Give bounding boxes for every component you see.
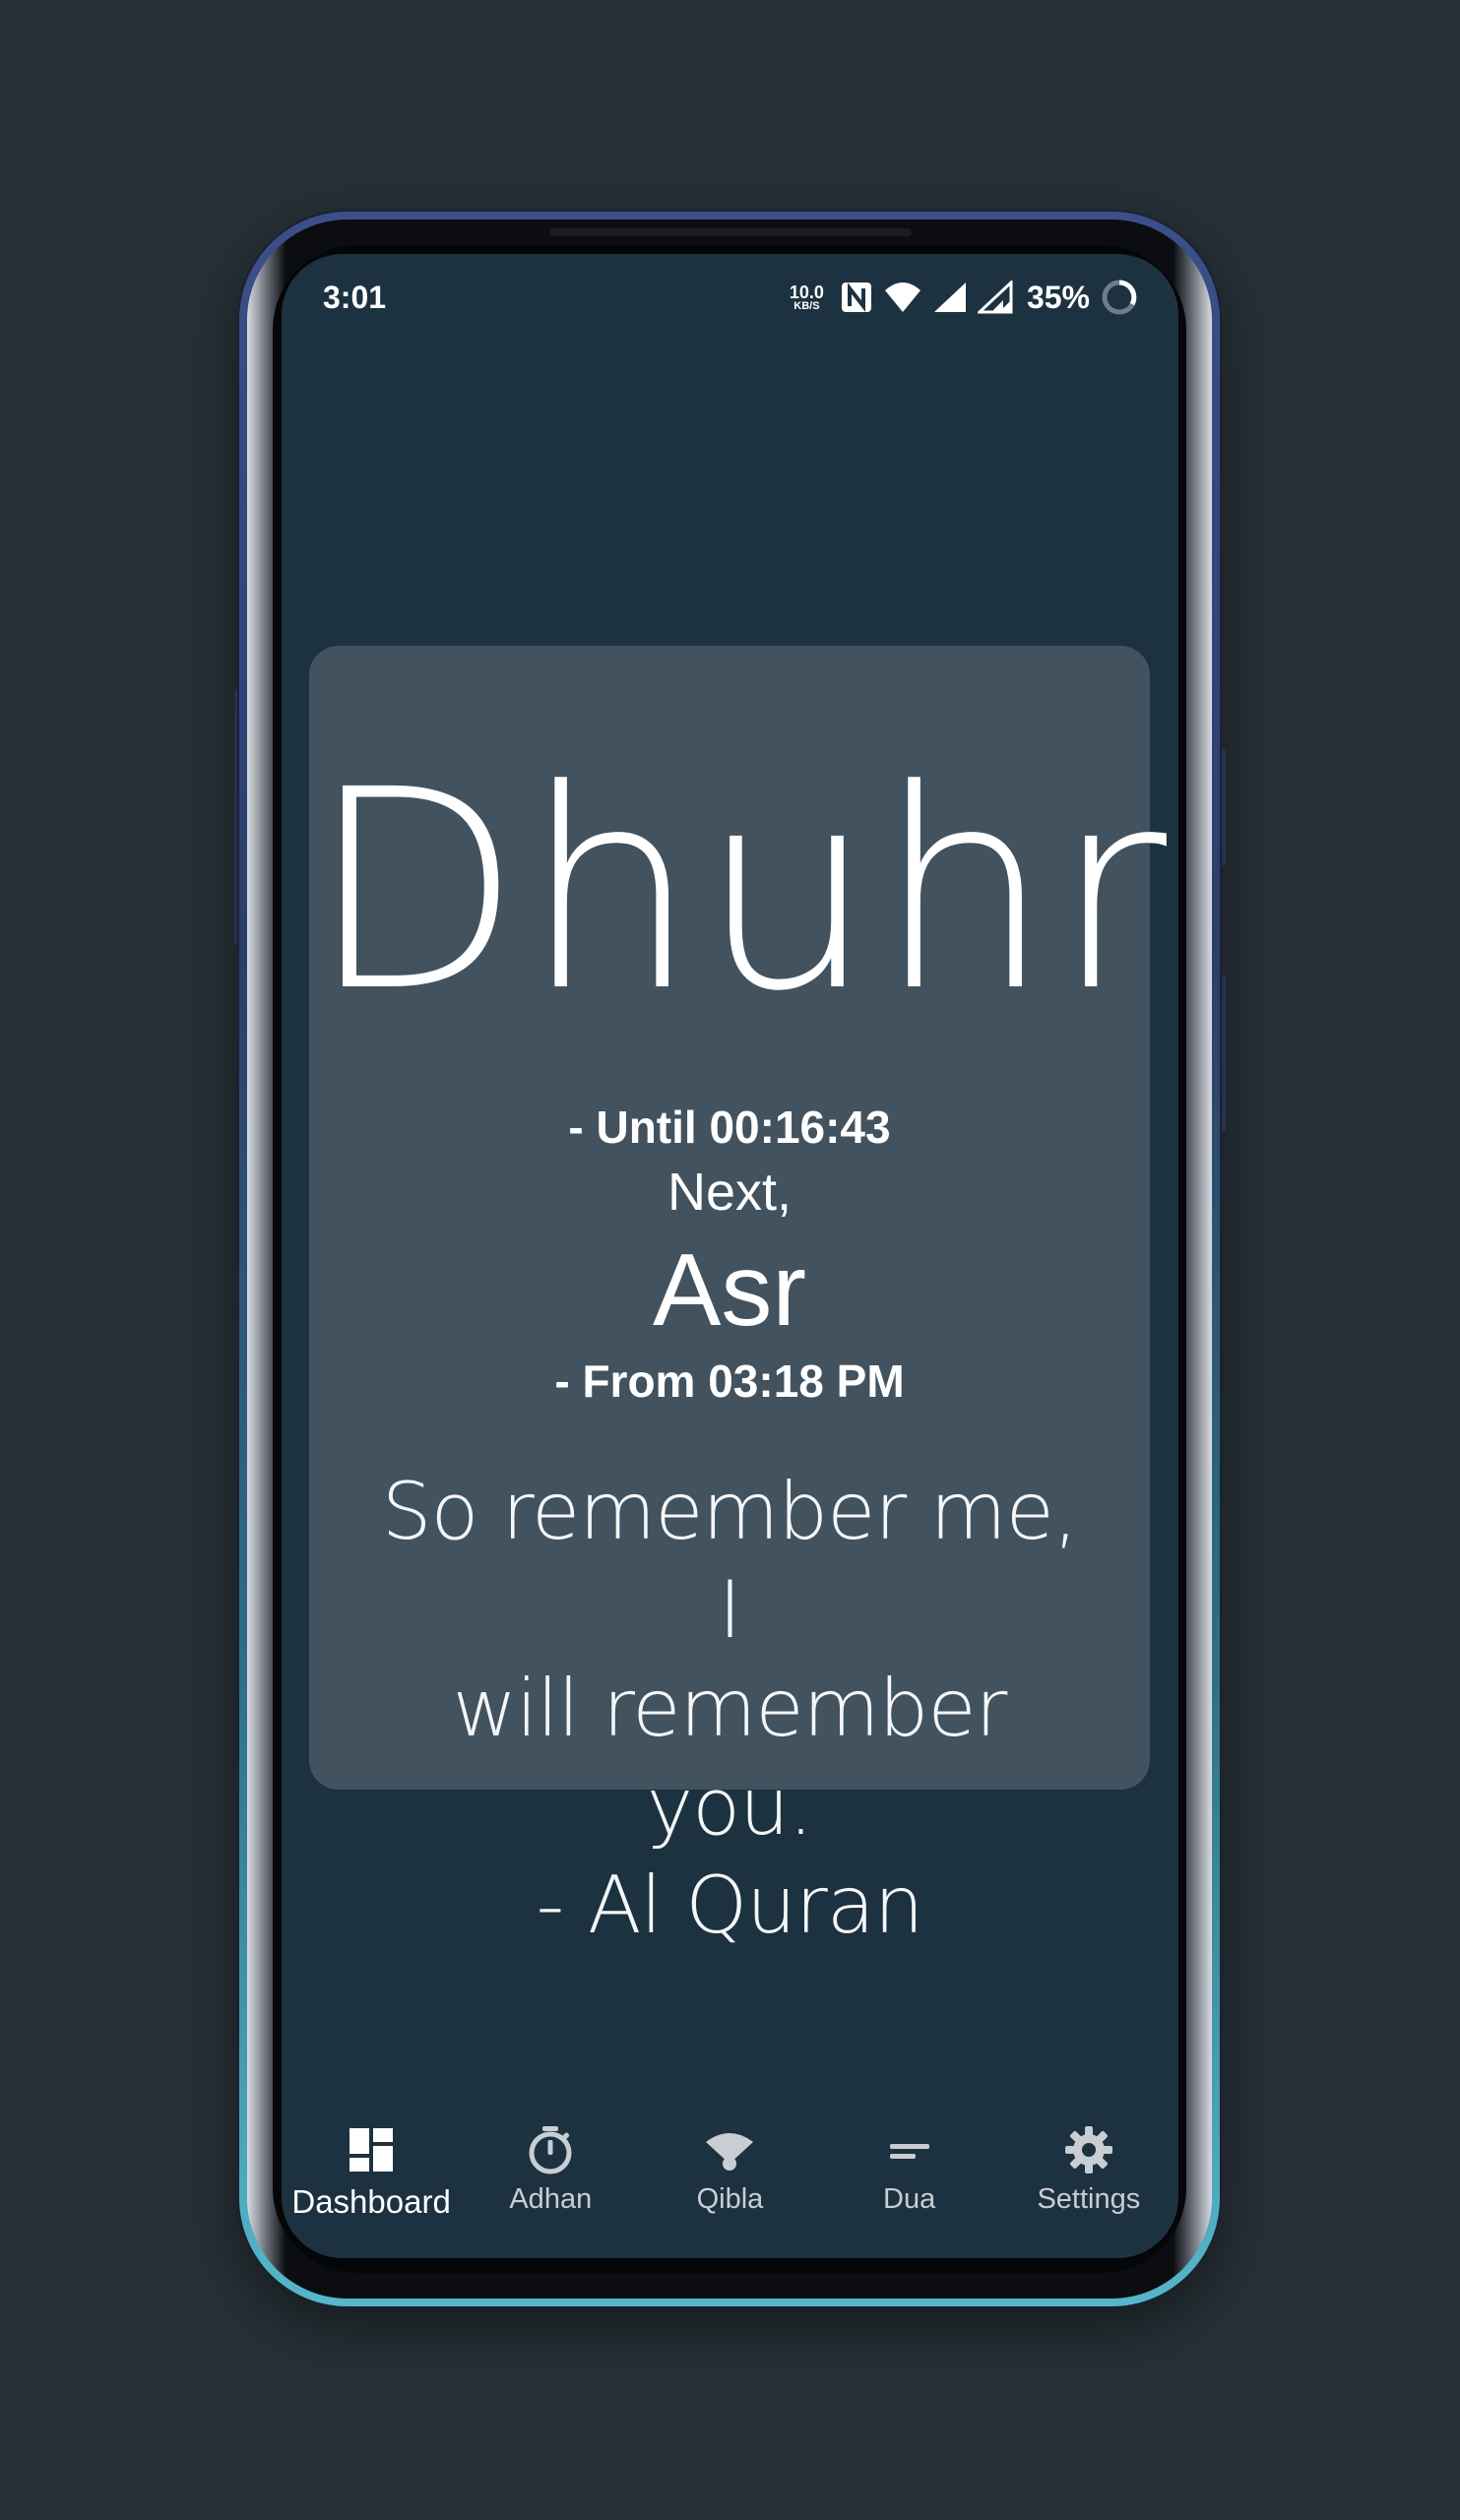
status-icons: 10.0 KB/S 35%: [790, 276, 1139, 319]
status-bar: 3:01 10.0 KB/S 35%: [282, 254, 1178, 343]
quote-line: So remember me, I: [381, 1466, 1078, 1656]
nav-settings-label: Settings: [1037, 2183, 1141, 2215]
nfc-icon: [841, 283, 871, 312]
signal-secondary-icon: [977, 281, 1013, 314]
status-time: 3:01: [323, 280, 387, 315]
nav-settings[interactable]: Settings: [999, 2124, 1178, 2216]
nav-qibla[interactable]: Qibla: [640, 2124, 819, 2216]
network-speed-unit: KB/S: [793, 299, 820, 312]
earpiece-speaker: [549, 228, 912, 236]
nav-adhan-label: Adhan: [509, 2183, 593, 2215]
time-until-next: - Until 00:16:43: [568, 1102, 891, 1153]
nav-dua[interactable]: Dua: [820, 2124, 999, 2216]
current-prayer-name: Dhuhr: [309, 731, 1170, 1052]
timer-icon: [529, 2126, 572, 2174]
nav-adhan[interactable]: Adhan: [461, 2124, 640, 2216]
stage: 3:01 10.0 KB/S 35% Dhuhr - Until 00:16:4…: [0, 0, 1460, 2520]
nav-dashboard-label: Dashboard: [291, 2183, 451, 2220]
signal-icon: [933, 283, 966, 312]
nav-dua-label: Dua: [883, 2183, 936, 2215]
gear-icon: [1064, 2126, 1112, 2174]
network-speed-value: 10.0: [789, 282, 824, 302]
qibla-icon: [706, 2133, 754, 2171]
dashboard-icon: [349, 2128, 394, 2172]
phone-screen: 3:01 10.0 KB/S 35% Dhuhr - Until 00:16:4…: [282, 254, 1178, 2258]
next-prayer-name: Asr: [653, 1233, 806, 1348]
quote-source: - Al Quran: [536, 1859, 924, 1951]
quote: So remember me, I will remember you. - A…: [368, 1463, 1091, 1955]
network-speed: 10.0 KB/S: [790, 284, 824, 312]
alert-slider: [1220, 975, 1226, 1132]
battery-percent: 35%: [1026, 279, 1090, 315]
nav-dashboard[interactable]: Dashboard: [282, 2124, 461, 2221]
nav-qibla-label: Qibla: [696, 2183, 764, 2215]
battery-ring-icon: [1102, 280, 1137, 315]
dua-icon: [889, 2144, 929, 2159]
bottom-navigation: Dashboard Adhan Qibla Dua Settings: [282, 2124, 1178, 2258]
next-label: Next,: [667, 1163, 793, 1222]
power-button: [1220, 748, 1226, 866]
prayer-card: Dhuhr - Until 00:16:43 Next, Asr - From …: [309, 646, 1170, 1951]
wifi-icon: [884, 283, 920, 312]
quote-line: will remember you.: [452, 1663, 1008, 1853]
next-prayer-time: - From 03:18 PM: [554, 1355, 905, 1407]
